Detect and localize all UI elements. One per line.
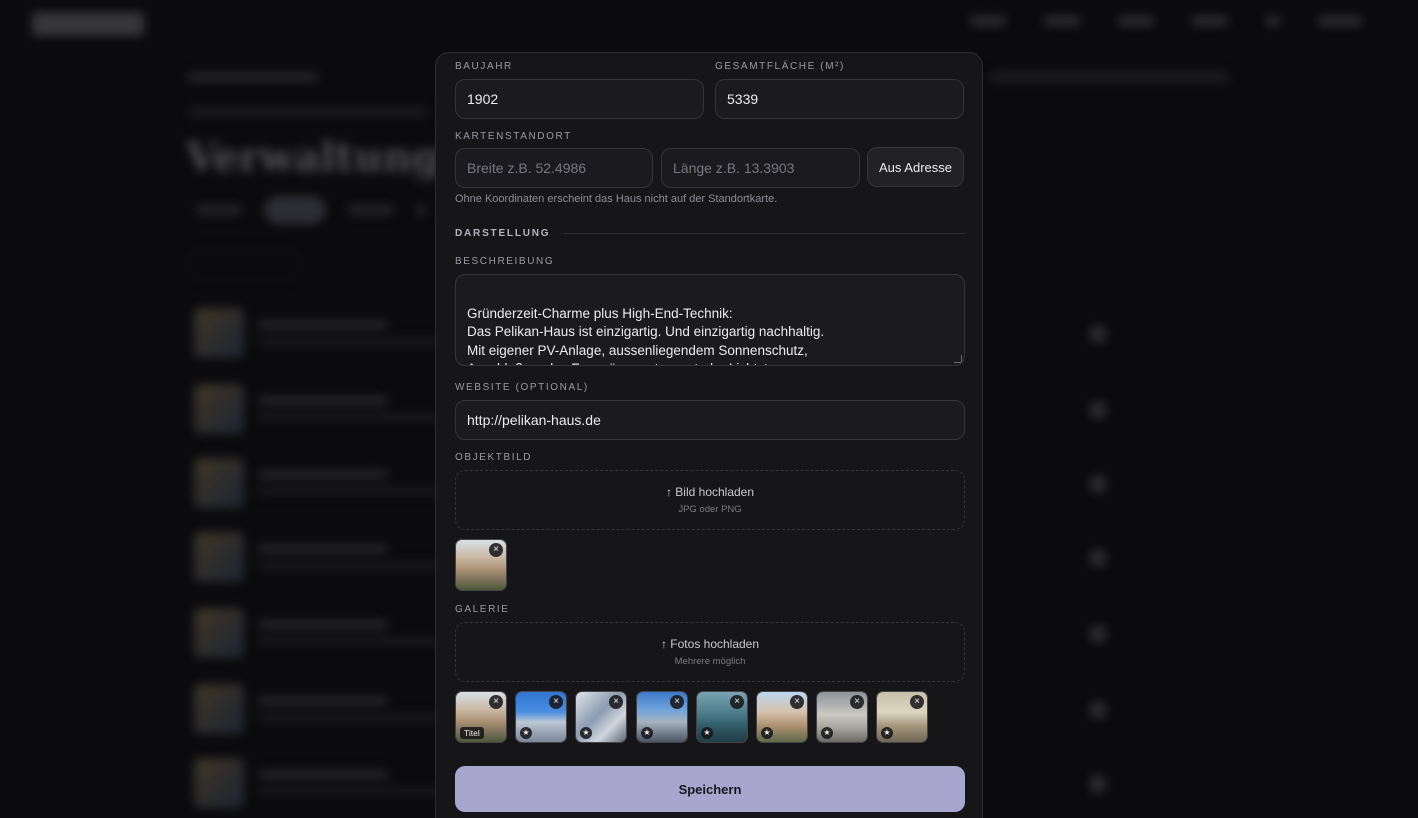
gesamtflaeche-input[interactable]: 5339 bbox=[715, 79, 964, 119]
breadcrumb bbox=[188, 72, 318, 82]
gallery-thumbnail[interactable]: × ★ bbox=[816, 691, 868, 743]
remove-icon[interactable]: × bbox=[730, 695, 744, 709]
galerie-dropzone[interactable]: ↑ Fotos hochladen Mehrere möglich bbox=[455, 622, 965, 682]
remove-icon[interactable]: × bbox=[609, 695, 623, 709]
gallery-thumbnail[interactable]: × ★ bbox=[636, 691, 688, 743]
objektbild-upload-label: ↑ Bild hochladen bbox=[665, 485, 755, 499]
objektbild-thumbnail[interactable]: × bbox=[455, 539, 507, 591]
star-icon[interactable]: ★ bbox=[761, 727, 773, 739]
remove-icon[interactable]: × bbox=[489, 695, 503, 709]
right-info bbox=[990, 72, 1230, 82]
gallery-thumbnail[interactable]: × ★ bbox=[515, 691, 567, 743]
beschreibung-label: BESCHREIBUNG bbox=[455, 256, 555, 267]
title-badge: Titel bbox=[460, 727, 484, 739]
remove-icon[interactable]: × bbox=[910, 695, 924, 709]
gallery-thumbnail[interactable]: × ★ bbox=[756, 691, 808, 743]
star-icon[interactable]: ★ bbox=[580, 727, 592, 739]
gallery-thumbnail[interactable]: × ★ bbox=[876, 691, 928, 743]
page-title: Verwaltung. bbox=[186, 134, 454, 181]
baujahr-label: BAUJAHR bbox=[455, 61, 513, 72]
save-button[interactable]: Speichern bbox=[455, 766, 965, 812]
remove-icon[interactable]: × bbox=[850, 695, 864, 709]
gallery-thumbnail[interactable]: × Titel bbox=[455, 691, 507, 743]
beschreibung-textarea[interactable]: Gründerzeit-Charme plus High-End-Technik… bbox=[455, 274, 965, 366]
laenge-input[interactable]: Länge z.B. 13.3903 bbox=[661, 148, 860, 188]
kartenstandort-label: KARTENSTANDORT bbox=[455, 131, 572, 142]
tabs bbox=[196, 196, 426, 224]
top-nav bbox=[970, 16, 1362, 26]
gallery-thumbnail[interactable]: × ★ bbox=[575, 691, 627, 743]
star-icon[interactable]: ★ bbox=[701, 727, 713, 739]
kartenstandort-hint: Ohne Koordinaten erscheint das Haus nich… bbox=[455, 193, 778, 205]
galerie-label: GALERIE bbox=[455, 604, 510, 615]
beschreibung-text: Gründerzeit-Charme plus High-End-Technik… bbox=[467, 305, 825, 365]
remove-icon[interactable]: × bbox=[489, 543, 503, 557]
section-darstellung-title: DARSTELLUNG bbox=[455, 228, 551, 239]
gallery-thumbnail[interactable]: × ★ bbox=[696, 691, 748, 743]
remove-icon[interactable]: × bbox=[549, 695, 563, 709]
baujahr-input[interactable]: 1902 bbox=[455, 79, 704, 119]
objektbild-label: OBJEKTBILD bbox=[455, 452, 533, 463]
subtitle bbox=[188, 108, 428, 116]
website-label: WEBSITE (OPTIONAL) bbox=[455, 382, 589, 393]
objektbild-upload-sub: JPG oder PNG bbox=[678, 504, 742, 515]
aus-adresse-button[interactable]: Aus Adresse bbox=[867, 147, 964, 187]
objektbild-dropzone[interactable]: ↑ Bild hochladen JPG oder PNG bbox=[455, 470, 965, 530]
star-icon[interactable]: ★ bbox=[881, 727, 893, 739]
section-divider bbox=[564, 233, 965, 234]
star-icon[interactable]: ★ bbox=[520, 727, 532, 739]
galerie-upload-sub: Mehrere möglich bbox=[674, 656, 746, 667]
galerie-upload-label: ↑ Fotos hochladen bbox=[660, 637, 760, 651]
edit-property-modal: BAUJAHR GESAMTFLÄCHE (M²) 1902 5339 KART… bbox=[435, 52, 983, 818]
star-icon[interactable]: ★ bbox=[821, 727, 833, 739]
gesamtflaeche-label: GESAMTFLÄCHE (M²) bbox=[715, 61, 845, 72]
resize-handle[interactable] bbox=[954, 355, 962, 363]
background-button bbox=[190, 250, 298, 280]
remove-icon[interactable]: × bbox=[790, 695, 804, 709]
breite-input[interactable]: Breite z.B. 52.4986 bbox=[455, 148, 653, 188]
star-icon[interactable]: ★ bbox=[641, 727, 653, 739]
remove-icon[interactable]: × bbox=[670, 695, 684, 709]
logo bbox=[32, 12, 144, 36]
website-input[interactable]: http://pelikan-haus.de bbox=[455, 400, 965, 440]
section-darstellung: DARSTELLUNG bbox=[455, 228, 965, 239]
